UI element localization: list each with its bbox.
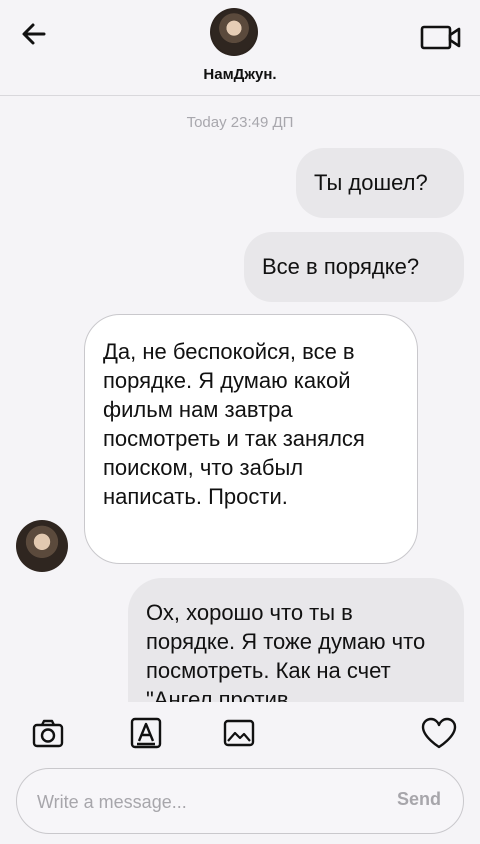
video-camera-icon[interactable] [420,22,462,52]
camera-icon[interactable] [31,716,65,750]
send-button[interactable]: Send [397,789,441,810]
message-composer: Send [16,768,464,834]
composer-toolbar [0,702,480,768]
text-style-icon[interactable] [129,716,163,750]
image-icon[interactable] [222,716,256,750]
message-input[interactable] [37,787,367,817]
contact-avatar[interactable] [210,8,258,56]
outgoing-message[interactable]: Ты дошел? [296,148,464,218]
chat-header: НамДжун. [0,0,480,96]
message-timestamp: Today 23:49 ДП [186,114,294,131]
sender-avatar[interactable] [16,520,68,572]
arrow-left-icon[interactable] [18,18,50,50]
outgoing-message[interactable]: Все в порядке? [244,232,464,302]
contact-name[interactable]: НамДжун. [0,66,480,83]
heart-icon[interactable] [420,716,458,750]
message-list[interactable]: Today 23:49 ДП Ты дошел? Все в порядке? … [0,96,480,702]
outgoing-message[interactable]: Ох, хорошо что ты в порядке. Я тоже дума… [128,578,464,702]
incoming-message[interactable]: Да, не беспокойся, все в порядке. Я дума… [84,314,418,564]
